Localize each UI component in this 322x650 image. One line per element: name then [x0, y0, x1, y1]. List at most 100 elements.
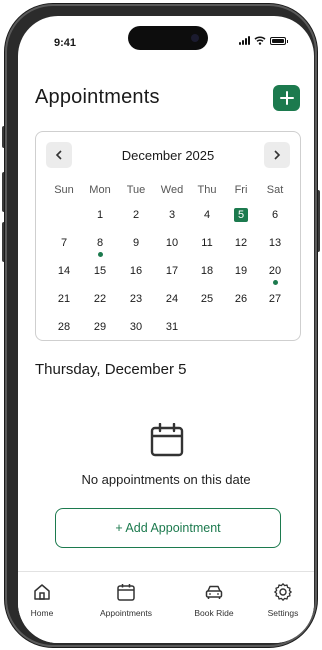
calendar-day-number: 14 [57, 265, 71, 277]
add-appointment-icon-button[interactable] [273, 85, 300, 111]
calendar-day-number: 29 [93, 321, 107, 333]
tab-bar: Home Appointments Book Ride Settings [18, 571, 314, 643]
home-icon [34, 584, 50, 600]
camera-icon [191, 34, 199, 42]
weekday-label: Wed [160, 184, 184, 196]
calendar-day-number: 1 [96, 209, 104, 221]
calendar-day[interactable]: 26 [224, 289, 258, 309]
calendar-day-number: 6 [271, 209, 279, 221]
calendar-day[interactable]: 22 [83, 289, 117, 309]
tab-appointments[interactable]: Appointments [90, 582, 162, 618]
calendar-day[interactable]: 31 [155, 317, 189, 337]
calendar-day[interactable]: 18 [190, 261, 224, 281]
calendar-day[interactable]: 11 [190, 233, 224, 253]
calendar-day-number: 16 [129, 265, 143, 277]
calendar-day-number: 27 [268, 293, 282, 305]
calendar-day-number: 19 [234, 265, 248, 277]
appointment-indicator-dot [98, 252, 103, 257]
calendar-icon [150, 423, 184, 457]
tab-label-home: Home [30, 608, 54, 618]
calendar-day[interactable]: 28 [47, 317, 81, 337]
tab-label-settings: Settings [267, 608, 299, 618]
calendar-day-number: 26 [234, 293, 248, 305]
calendar-icon [117, 584, 135, 601]
calendar-day[interactable]: 19 [224, 261, 258, 281]
calendar-day[interactable]: 10 [155, 233, 189, 253]
calendar-day[interactable]: 4 [190, 205, 224, 225]
calendar-day[interactable]: 29 [83, 317, 117, 337]
calendar-day[interactable]: 14 [47, 261, 81, 281]
tab-home[interactable]: Home [24, 582, 60, 618]
selected-date-heading: Thursday, December 5 [35, 361, 187, 378]
calendar-day[interactable]: 1 [83, 205, 117, 225]
calendar-day[interactable]: 15 [83, 261, 117, 281]
calendar-day-number: 13 [268, 237, 282, 249]
weekday-label: Sun [54, 184, 74, 196]
calendar-day[interactable]: 25 [190, 289, 224, 309]
calendar-day[interactable]: 21 [47, 289, 81, 309]
weekday-label: Fri [234, 184, 248, 196]
calendar-day[interactable]: 9 [119, 233, 153, 253]
wifi-icon [254, 36, 266, 45]
battery-icon [270, 36, 288, 45]
page-title: Appointments [35, 86, 160, 108]
calendar-day-number: 11 [201, 237, 213, 249]
calendar-day[interactable]: 12 [224, 233, 258, 253]
calendar-day[interactable]: 8 [83, 233, 117, 257]
weekday-label: Mon [89, 184, 111, 196]
month-title: December 2025 [121, 148, 215, 163]
status-icons [239, 36, 288, 45]
calendar-day-number: 28 [57, 321, 71, 333]
calendar-day[interactable]: 30 [119, 317, 153, 337]
tab-label-appointments: Appointments [100, 608, 152, 618]
phone-frame: 9:41 Appointments December 2025 Sun Mon … [5, 4, 317, 647]
calendar-day[interactable]: 16 [119, 261, 153, 281]
calendar-day-number: 10 [165, 237, 179, 249]
calendar-day[interactable]: 3 [155, 205, 189, 225]
calendar-day-number: 30 [129, 321, 143, 333]
calendar-day[interactable]: 27 [258, 289, 292, 309]
calendar-day[interactable]: 5 [224, 205, 258, 225]
chevron-right-icon [274, 150, 281, 160]
calendar-day-number: 23 [129, 293, 143, 305]
calendar-day-number: 7 [60, 237, 68, 249]
tab-settings[interactable]: Settings [260, 582, 306, 618]
calendar-day[interactable]: 7 [47, 233, 81, 253]
calendar-day-number: 9 [132, 237, 140, 249]
calendar-day[interactable]: 20 [258, 261, 292, 285]
calendar-day-number: 17 [165, 265, 179, 277]
tab-book-ride[interactable]: Book Ride [188, 582, 240, 618]
car-icon [205, 585, 223, 599]
dynamic-island [128, 26, 208, 50]
calendar-day-number: 31 [165, 321, 179, 333]
add-appointment-button[interactable]: + Add Appointment [55, 508, 281, 548]
calendar-day-number: 3 [168, 209, 176, 221]
calendar: December 2025 Sun Mon Tue Wed Thu Fri Sat 1 2 3 4 5… [35, 131, 301, 341]
screen: 9:41 Appointments December 2025 Sun Mon … [18, 16, 314, 643]
calendar-day-number: 20 [268, 265, 282, 277]
weekday-label: Tue [126, 184, 146, 196]
calendar-day-number: 12 [234, 237, 248, 249]
weekday-label: Sat [266, 184, 284, 196]
calendar-day-number: 25 [200, 293, 214, 305]
calendar-day[interactable]: 6 [258, 205, 292, 225]
calendar-day-number: 5 [234, 208, 248, 222]
calendar-day-number: 22 [93, 293, 107, 305]
calendar-day[interactable]: 13 [258, 233, 292, 253]
calendar-day-number: 24 [165, 293, 179, 305]
calendar-day-number: 18 [200, 265, 214, 277]
gear-icon [274, 583, 292, 601]
calendar-day-number: 15 [93, 265, 107, 277]
tab-label-book-ride: Book Ride [194, 608, 234, 618]
calendar-day[interactable]: 17 [155, 261, 189, 281]
plus-icon [279, 91, 294, 105]
calendar-day[interactable]: 2 [119, 205, 153, 225]
calendar-day-number: 8 [96, 237, 104, 249]
appointment-indicator-dot [273, 280, 278, 285]
next-month-button[interactable] [264, 142, 290, 168]
calendar-day-number: 21 [57, 293, 71, 305]
calendar-day-number: 2 [132, 209, 140, 221]
calendar-day[interactable]: 24 [155, 289, 189, 309]
signal-icon [239, 36, 250, 45]
calendar-day[interactable]: 23 [119, 289, 153, 309]
